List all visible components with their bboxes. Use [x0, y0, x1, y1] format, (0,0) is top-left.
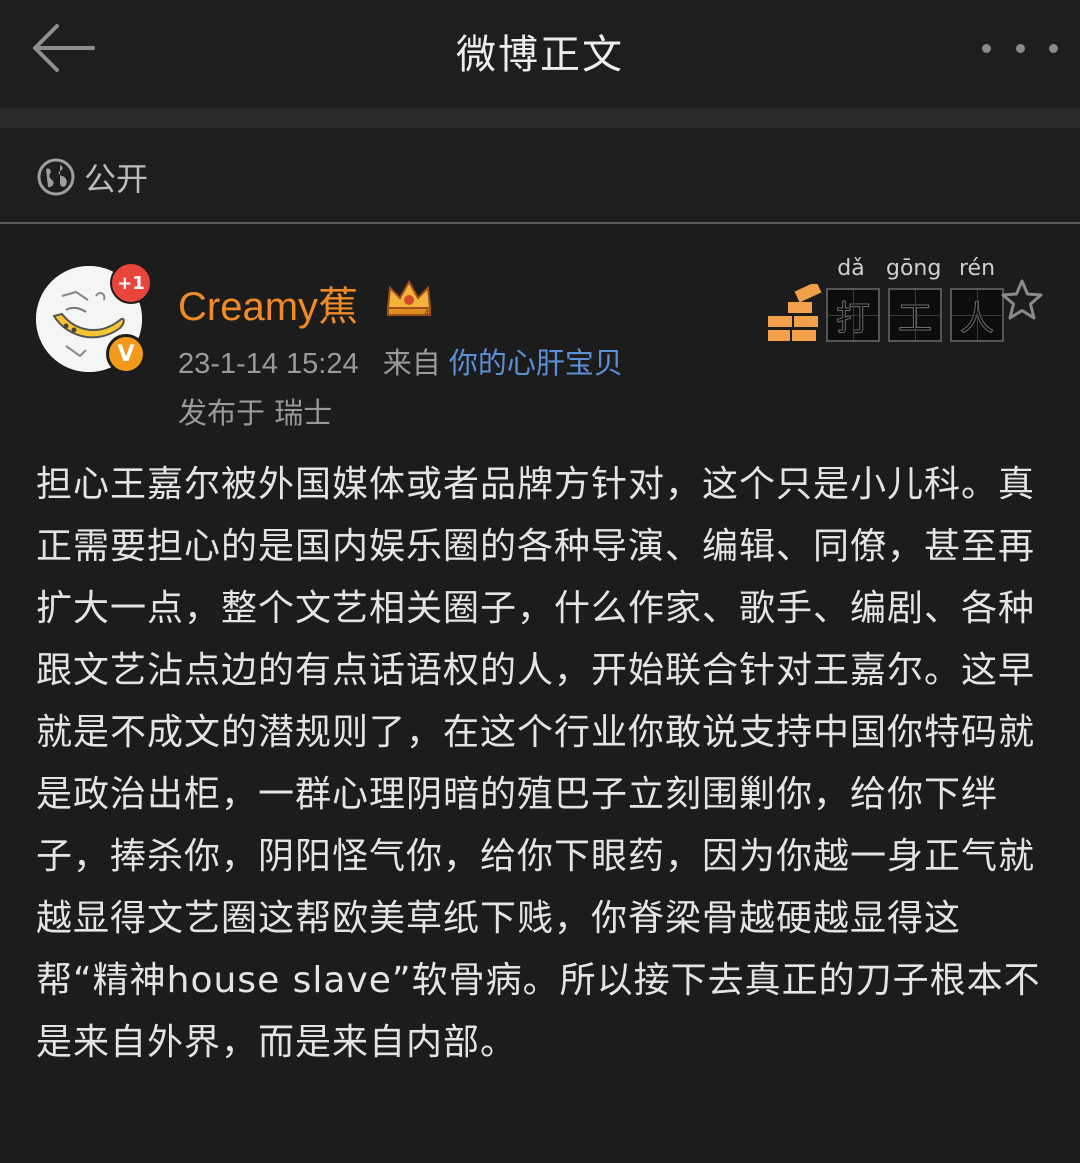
worker-badge: dǎ gōng rén 打 工 人 [766, 256, 1006, 346]
verified-icon: V [106, 334, 146, 374]
badge-char-box-3: 人 [950, 288, 1004, 342]
post-location: 发布于 瑞士 [178, 396, 333, 430]
top-bar: 微博正文 [0, 0, 1080, 108]
crown-icon: 4 [386, 279, 432, 318]
source-prefix: 来自 [382, 348, 441, 380]
source-link[interactable]: 你的心肝宝贝 [449, 348, 623, 380]
more-dot-icon [1015, 43, 1025, 53]
favorite-star-icon[interactable] [1000, 278, 1044, 322]
post-body-text: 担心王嘉尔被外国媒体或者品牌方针对，这个只是小儿科。真正需要担心的是国内娱乐圈的… [36, 464, 1041, 1063]
post-meta: 23-1-14 15:24 来自 你的心肝宝贝 [178, 340, 623, 382]
page-title: 微博正文 [456, 32, 624, 78]
more-options-button[interactable] [982, 28, 1058, 68]
notification-badge: +1 [110, 262, 152, 304]
more-dot-icon [1049, 43, 1058, 53]
brick-wall-icon [768, 284, 822, 341]
divider [0, 222, 1080, 224]
svg-text:4: 4 [424, 309, 430, 318]
badge-char-box-2: 工 [888, 288, 942, 342]
visibility-label: 公开 [84, 160, 149, 198]
badge-char-2: 工 [898, 298, 933, 339]
username[interactable]: Creamy蕉 [178, 274, 358, 332]
pinyin-2: gōng [886, 256, 942, 281]
section-separator [0, 108, 1080, 128]
visibility-row: 公开 dǎ gōng rén 打 工 人 [0, 128, 1080, 342]
visibility-indicator[interactable]: 公开 [36, 154, 148, 200]
badge-char-1: 打 [836, 298, 871, 339]
badge-char-3: 人 [960, 298, 995, 339]
page: 微博正文 公开 dǎ gōng rén 打 工 人 +1 V Creamy蕉 4… [0, 0, 1080, 1163]
badge-char-box-1: 打 [826, 288, 880, 342]
globe-icon [37, 158, 75, 196]
more-dot-icon [982, 43, 991, 53]
post-timestamp: 23-1-14 15:24 [178, 348, 359, 380]
pinyin-1: dǎ [837, 256, 865, 281]
pinyin-3: rén [958, 256, 996, 281]
